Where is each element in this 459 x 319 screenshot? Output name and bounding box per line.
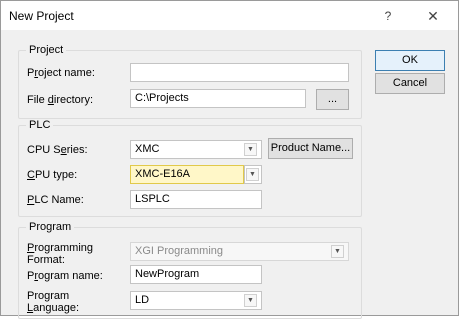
program-language-label: Program Language: — [27, 290, 80, 314]
close-icon[interactable]: ✕ — [413, 5, 453, 27]
title-bar: New Project ? ✕ — [1, 1, 458, 30]
file-directory-label: File directory: — [27, 94, 94, 106]
plc-group-legend: PLC — [26, 119, 54, 131]
cpu-type-dropdown-button[interactable]: ▼ — [244, 165, 262, 184]
plc-name-input[interactable]: LSPLC — [130, 190, 262, 209]
project-name-label: Project name: — [27, 67, 95, 79]
cpu-series-select[interactable]: XMC ▼ — [130, 140, 262, 159]
cpu-type-label: CPU type: — [27, 169, 78, 181]
program-group-legend: Program — [26, 221, 75, 233]
program-language-value: LD — [135, 294, 150, 306]
file-directory-input[interactable]: C:\Projects — [130, 89, 306, 108]
cpu-type-input[interactable]: XMC-E16A — [130, 165, 244, 184]
programming-format-select: XGI Programming ▼ — [130, 242, 349, 261]
chevron-down-icon[interactable]: ▼ — [246, 168, 259, 181]
plc-name-label: PLC Name: — [27, 194, 84, 206]
chevron-down-icon[interactable]: ▼ — [244, 294, 257, 307]
programming-format-label: Programming Format: — [27, 242, 94, 266]
chevron-down-icon: ▼ — [331, 245, 344, 258]
project-name-input[interactable] — [130, 63, 349, 82]
ok-button[interactable]: OK — [375, 50, 445, 71]
window-title: New Project — [9, 9, 74, 23]
product-name-button[interactable]: Product Name... — [268, 138, 353, 159]
program-name-input[interactable]: NewProgram — [130, 265, 262, 284]
new-project-dialog: New Project ? ✕ Project Project name: Fi… — [0, 0, 459, 319]
chevron-down-icon[interactable]: ▼ — [244, 143, 257, 156]
programming-format-value: XGI Programming — [135, 245, 224, 257]
browse-button[interactable]: ... — [316, 89, 349, 110]
cpu-series-label: CPU Series: — [27, 144, 88, 156]
project-group-legend: Project — [26, 44, 67, 56]
cancel-button[interactable]: Cancel — [375, 73, 445, 94]
help-button[interactable]: ? — [373, 6, 403, 26]
program-name-label: Program name: — [27, 270, 103, 282]
cpu-series-value: XMC — [135, 143, 160, 155]
project-group: Project — [18, 44, 362, 119]
program-language-select[interactable]: LD ▼ — [130, 291, 262, 310]
